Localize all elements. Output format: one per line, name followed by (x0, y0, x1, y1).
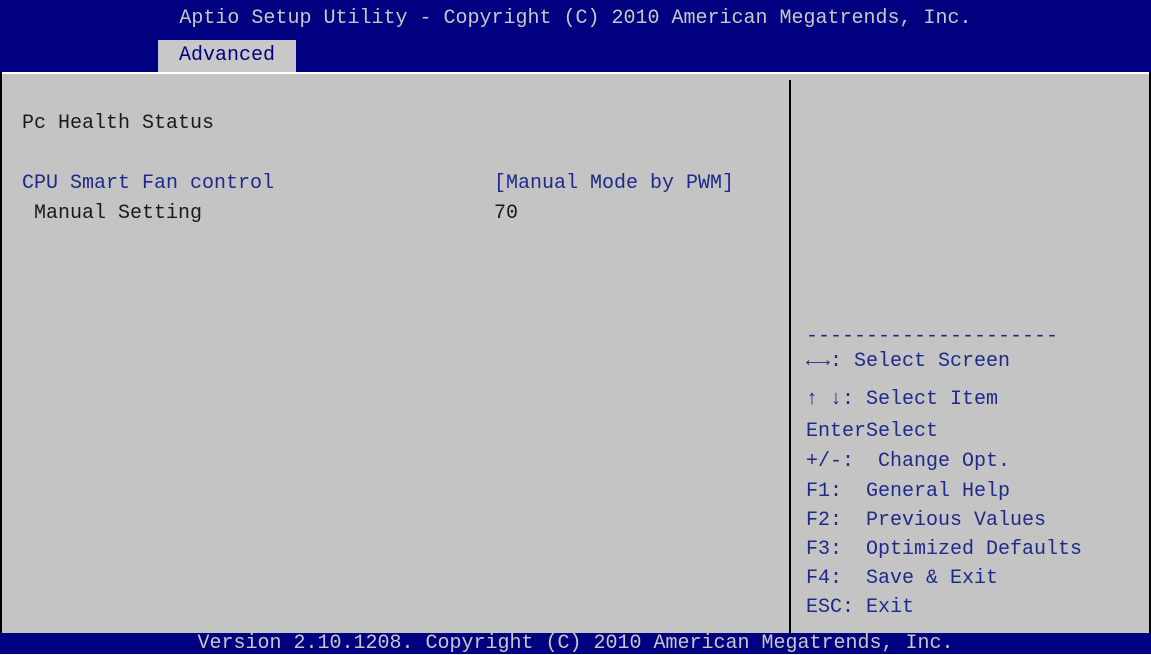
help-desc: Select Item (854, 388, 999, 411)
help-desc: Change Opt. (854, 450, 1011, 473)
setting-cpu-smart-fan-value[interactable]: [Manual Mode by PWM] (494, 172, 734, 196)
help-desc: General Help (842, 480, 1011, 503)
up-down-arrow-icon: ↑ ↓: (806, 388, 855, 411)
setting-manual-label[interactable]: Manual Setting (22, 202, 202, 226)
footer-version: Version 2.10.1208. Copyright (C) 2010 Am… (0, 633, 1151, 654)
window-title: Aptio Setup Utility - Copyright (C) 2010… (0, 0, 1151, 37)
help-item-save-exit: F4: Save & Exit (806, 567, 998, 591)
help-separator: --------------------- (806, 325, 1059, 348)
help-key: ESC: (806, 596, 855, 619)
help-key: F2: (806, 509, 843, 532)
help-key: Enter (806, 420, 867, 443)
help-item-previous-values: F2: Previous Values (806, 509, 1046, 533)
help-item-enter: EnterSelect (806, 420, 938, 444)
help-desc: Exit (854, 596, 915, 619)
help-item-select-item: ↑ ↓: Select Item (806, 388, 998, 412)
section-title: Pc Health Status (22, 112, 215, 135)
help-key: F3: (806, 538, 843, 561)
help-item-optimized-defaults: F3: Optimized Defaults (806, 538, 1082, 562)
left-right-arrow-icon: ←→: (806, 350, 843, 373)
help-key: F1: (806, 480, 843, 503)
help-item-select-screen: ←→: Select Screen (806, 350, 1010, 374)
help-item-general-help: F1: General Help (806, 480, 1010, 504)
help-desc: Optimized Defaults (842, 538, 1083, 561)
help-desc: Select (866, 420, 939, 443)
help-item-exit: ESC: Exit (806, 596, 914, 620)
frame-left-border (0, 72, 2, 633)
help-desc: Save & Exit (842, 567, 999, 590)
tab-advanced[interactable]: Advanced (158, 40, 296, 72)
help-key: F4: (806, 567, 843, 590)
help-item-change-opt: +/-: Change Opt. (806, 450, 1010, 474)
setting-cpu-smart-fan-label[interactable]: CPU Smart Fan control (22, 172, 274, 196)
help-key: +/-: (806, 450, 855, 473)
frame-top-border (0, 72, 1151, 74)
tab-bar: Advanced (0, 37, 1151, 72)
help-desc: Select Screen (842, 350, 1011, 373)
setting-manual-value[interactable]: 70 (494, 202, 518, 226)
help-desc: Previous Values (842, 509, 1047, 532)
panel-divider (789, 80, 791, 633)
